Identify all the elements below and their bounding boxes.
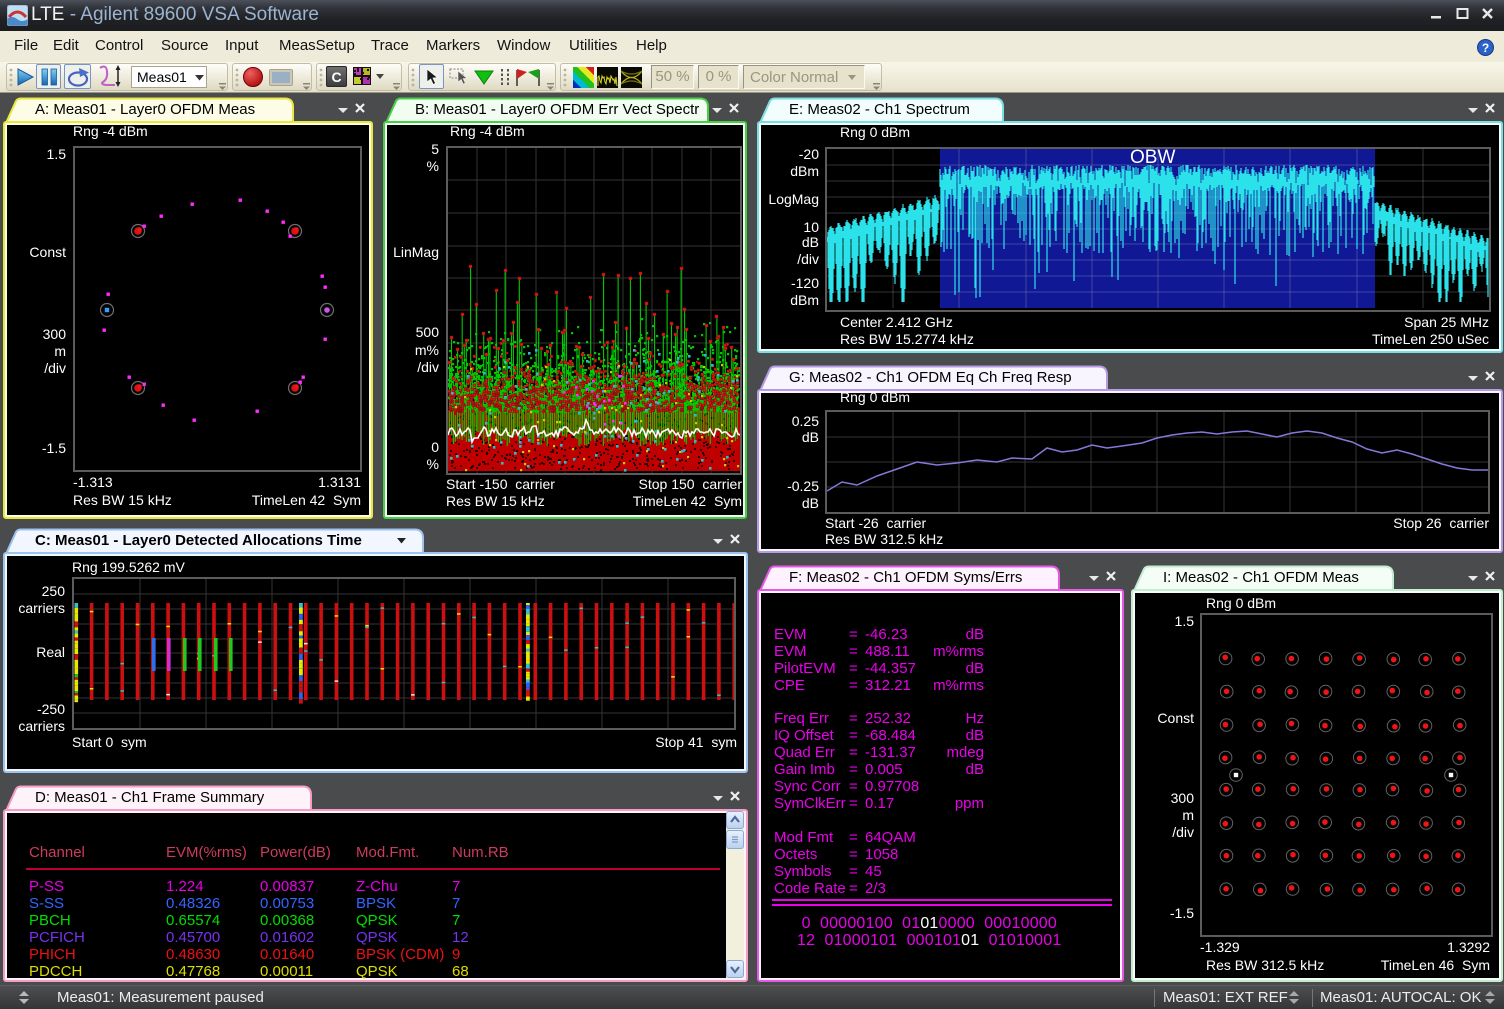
svg-text:?: ?	[1482, 41, 1489, 55]
